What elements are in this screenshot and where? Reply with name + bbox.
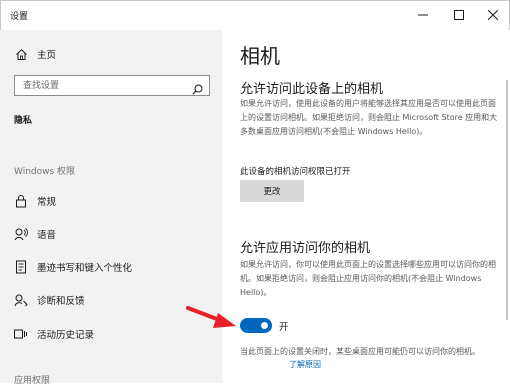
- close-icon: [488, 10, 498, 20]
- sidebar-home-label: 主页: [37, 50, 57, 61]
- learn-why-link[interactable]: 了解原因: [289, 359, 321, 370]
- group-label-windows-permissions: Windows 权限: [14, 167, 76, 177]
- search-input[interactable]: [23, 79, 183, 92]
- diagnostics-icon: [14, 293, 28, 307]
- maximize-button[interactable]: [442, 0, 476, 30]
- toggle-state-label: 开: [279, 322, 289, 333]
- group-label-app-permissions: 应用权限: [14, 376, 51, 386]
- page-title: 相机: [240, 44, 280, 68]
- toggle-knob: [261, 322, 268, 329]
- home-icon: [14, 47, 28, 61]
- sidebar-home[interactable]: 主页: [14, 45, 56, 63]
- minimize-button[interactable]: [406, 0, 440, 30]
- sidebar: 主页 隐私 Windows 权限 常规 语音 墨迹书写和键入个性化 诊断和反馈: [0, 30, 222, 386]
- lock-icon: [14, 194, 28, 208]
- change-button[interactable]: 更改: [240, 180, 304, 202]
- maximize-icon: [454, 10, 464, 20]
- sidebar-item-activity-history[interactable]: 活动历史记录: [14, 325, 94, 343]
- section-heading-device-camera: 允许访问此设备上的相机: [240, 82, 384, 97]
- section-description-device-camera: 如果允许访问，使用此设备的用户将能够选择其应用是否可以使用此页面上的设置访问相机…: [240, 99, 498, 136]
- close-button[interactable]: [476, 0, 510, 30]
- app-camera-toggle[interactable]: [240, 318, 272, 333]
- search-box[interactable]: [14, 75, 210, 96]
- voice-icon: [14, 227, 28, 241]
- sidebar-item-general[interactable]: 常规: [14, 192, 56, 210]
- sidebar-item-diagnostics[interactable]: 诊断和反馈: [14, 291, 85, 309]
- sidebar-item-label: 常规: [37, 197, 57, 208]
- sidebar-item-label: 活动历史记录: [37, 330, 95, 341]
- window-title: 设置: [10, 12, 29, 22]
- sidebar-item-label: 诊断和反馈: [37, 296, 85, 307]
- section-description-app-camera: 如果允许访问，你可以使用此页面上的设置选择哪些应用可以访问你的相机。如果拒绝访问…: [240, 260, 496, 297]
- sidebar-item-inking[interactable]: 墨迹书写和键入个性化: [14, 258, 132, 276]
- sidebar-item-label: 语音: [37, 230, 57, 241]
- activity-history-icon: [14, 327, 28, 341]
- inking-icon: [14, 260, 28, 274]
- minimize-icon: [418, 14, 428, 16]
- section-heading-app-camera: 允许应用访问你的相机: [240, 241, 371, 256]
- sidebar-item-voice[interactable]: 语音: [14, 225, 56, 243]
- scrollbar[interactable]: [506, 80, 508, 320]
- footnote-text: 当此页面上的设置关闭时，某些桌面应用可能仍可以访问你的相机。: [240, 347, 480, 356]
- title-bar: 设置: [0, 0, 510, 30]
- main-content: 相机 允许访问此设备上的相机 如果允许访问，使用此设备的用户将能够选择其应用是否…: [222, 30, 510, 383]
- sidebar-item-label: 墨迹书写和键入个性化: [37, 263, 133, 274]
- device-access-status: 此设备的相机访问权限已打开: [240, 167, 351, 177]
- annotation-arrow-icon: [186, 306, 236, 328]
- section-label-privacy: 隐私: [14, 116, 33, 126]
- search-icon[interactable]: [192, 80, 203, 99]
